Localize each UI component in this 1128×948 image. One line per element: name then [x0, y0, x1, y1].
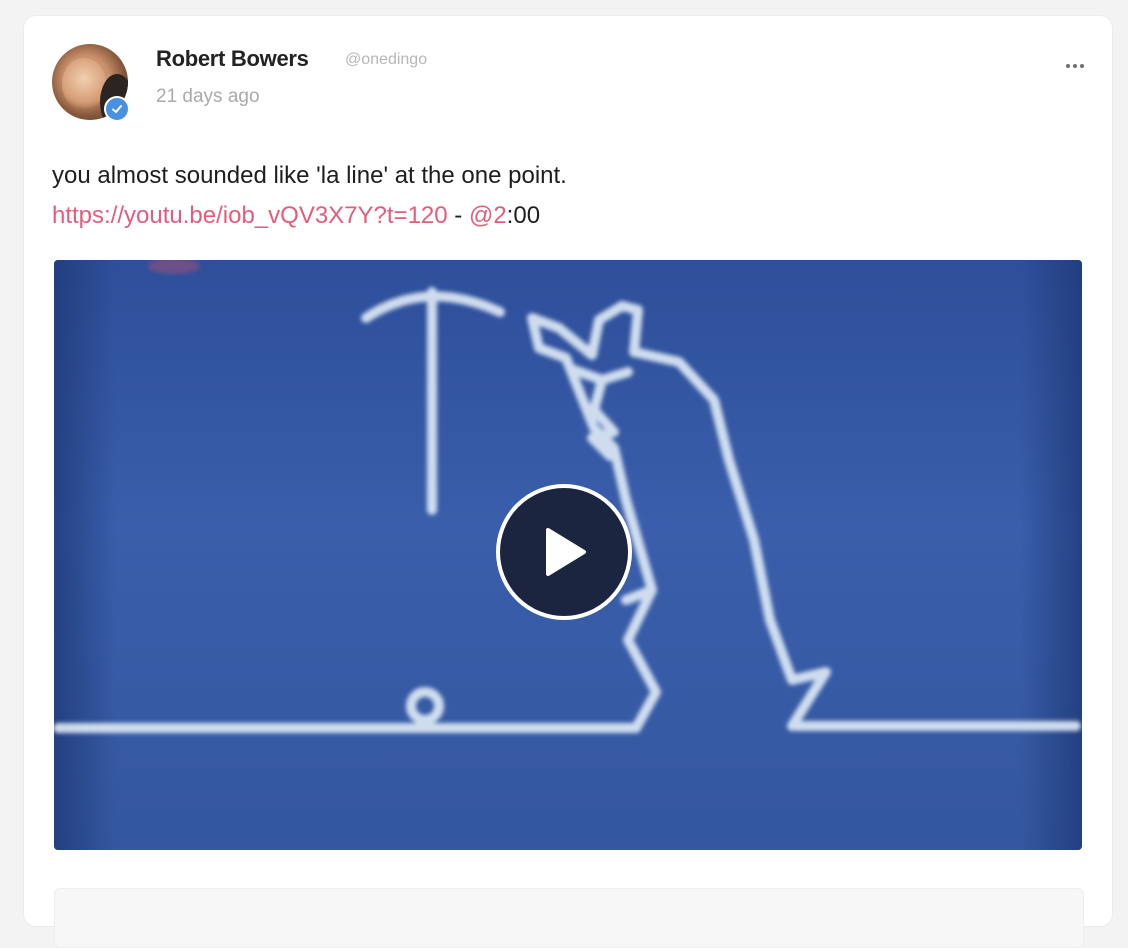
link-separator: - — [447, 202, 469, 229]
post-body: you almost sounded like 'la line' at the… — [52, 156, 567, 236]
video-player[interactable] — [54, 260, 1082, 850]
author-handle[interactable]: @onedingo — [345, 51, 427, 69]
verified-badge-icon — [104, 96, 130, 122]
mention-suffix: :00 — [506, 202, 541, 229]
more-options-icon[interactable] — [1060, 54, 1090, 78]
play-button[interactable] — [496, 484, 632, 620]
play-icon — [546, 528, 586, 576]
post-timestamp[interactable]: 21 days ago — [156, 86, 260, 108]
author-name[interactable]: Robert Bowers — [156, 46, 309, 72]
post-card: Robert Bowers @onedingo 21 days ago you … — [24, 16, 1112, 948]
post-text-line: you almost sounded like 'la line' at the… — [52, 162, 567, 189]
post-link[interactable]: https://youtu.be/iob_vQV3X7Y?t=120 — [52, 202, 448, 229]
mention-link[interactable]: @2 — [469, 202, 507, 229]
post-link-line: https://youtu.be/iob_vQV3X7Y?t=120 - @2:… — [52, 196, 567, 236]
reply-input[interactable] — [54, 888, 1084, 948]
